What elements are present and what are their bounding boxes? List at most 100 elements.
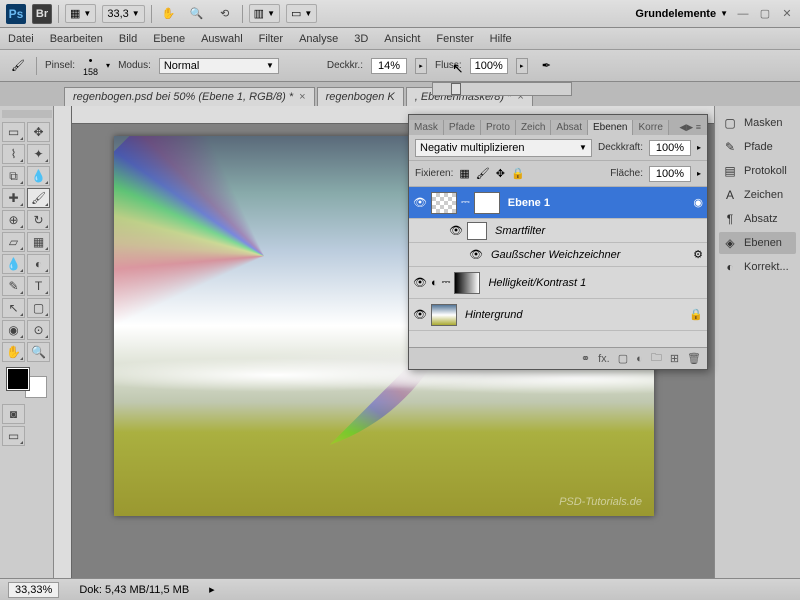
menu-view[interactable]: Ansicht <box>384 33 420 45</box>
visibility-icon[interactable]: 👁 <box>469 248 483 262</box>
visibility-icon[interactable]: 👁 <box>413 308 427 322</box>
history-brush-tool[interactable]: ↻ <box>27 210 50 230</box>
eyedropper-tool[interactable]: 💧 <box>27 166 50 186</box>
ps-app-icon[interactable]: Ps <box>6 4 26 24</box>
brush-tool-icon[interactable]: 🖌 <box>8 56 28 76</box>
layer-row[interactable]: 👁 ⎓ Ebene 1 ◉ <box>409 187 707 219</box>
layer-style-icon[interactable]: fx. <box>598 353 610 365</box>
ruler-vertical[interactable] <box>54 106 72 578</box>
menu-layer[interactable]: Ebene <box>153 33 185 45</box>
zoom-dropdown[interactable]: 33,3▼ <box>102 5 144 23</box>
menu-window[interactable]: Fenster <box>436 33 473 45</box>
dock-adjustments[interactable]: ◐Korrekt... <box>719 256 796 278</box>
visibility-icon[interactable]: 👁 <box>449 224 463 238</box>
panel-tab-paragraph[interactable]: Absat <box>551 120 588 135</box>
brush-preset[interactable]: •158 <box>83 55 98 77</box>
workspace-dropdown[interactable]: Grundelemente▼ <box>635 8 728 20</box>
3d-camera-tool[interactable]: ⊙ <box>27 320 50 340</box>
dodge-tool[interactable]: ◐ <box>27 254 50 274</box>
layer-name[interactable]: Hintergrund <box>465 309 522 321</box>
dock-masks[interactable]: ▢Masken <box>719 112 796 134</box>
panel-tab-layers[interactable]: Ebenen <box>588 120 633 135</box>
opacity-input[interactable]: 14% <box>371 58 407 74</box>
blur-tool[interactable]: 💧 <box>2 254 25 274</box>
type-tool[interactable]: T <box>27 276 50 296</box>
opacity-arrow-icon[interactable]: ▸ <box>697 143 701 152</box>
link-layers-icon[interactable]: ⚭ <box>581 352 590 365</box>
minimize-icon[interactable]: — <box>736 7 750 21</box>
wand-tool[interactable]: ✦ <box>27 144 50 164</box>
zoom-tool[interactable]: 🔍 <box>27 342 50 362</box>
layer-row-smartfilter[interactable]: 👁 Smartfilter <box>409 219 707 243</box>
stamp-tool[interactable]: ⊕ <box>2 210 25 230</box>
doc-tab-1[interactable]: regenbogen.psd bei 50% (Ebene 1, RGB/8) … <box>64 87 315 106</box>
doc-status[interactable]: Dok: 5,43 MB/11,5 MB <box>79 584 189 596</box>
blend-mode-dropdown[interactable]: Negativ multiplizieren▼ <box>415 139 592 157</box>
lock-position-icon[interactable]: ✥ <box>496 167 505 180</box>
menu-help[interactable]: Hilfe <box>490 33 512 45</box>
menu-image[interactable]: Bild <box>119 33 137 45</box>
path-tool[interactable]: ↖ <box>2 298 25 318</box>
eraser-tool[interactable]: ▱ <box>2 232 25 252</box>
menu-filter[interactable]: Filter <box>259 33 283 45</box>
move-tool[interactable]: ✥ <box>27 122 50 142</box>
panel-tab-history[interactable]: Proto <box>481 120 516 135</box>
rotate-icon[interactable]: ⟲ <box>214 4 236 24</box>
group-icon[interactable]: 🗀 <box>651 349 662 368</box>
menu-edit[interactable]: Bearbeiten <box>50 33 103 45</box>
heal-tool[interactable]: ✚ <box>2 188 25 208</box>
mask-thumbnail[interactable] <box>454 272 480 294</box>
screenmode-tool[interactable]: ▭ <box>2 426 25 446</box>
panel-tab-mask[interactable]: Mask <box>409 120 444 135</box>
adjustment-layer-icon[interactable]: ◐ <box>636 353 643 365</box>
hand-tool[interactable]: ✋ <box>2 342 25 362</box>
quickmask-tool[interactable]: ◙ <box>2 404 25 424</box>
layer-name[interactable]: Gaußscher Weichzeichner <box>491 249 620 261</box>
opacity-arrow[interactable]: ▸ <box>415 58 427 74</box>
filter-mask-thumbnail[interactable] <box>467 222 487 240</box>
toolbox-grip[interactable] <box>2 110 52 118</box>
lock-transparency-icon[interactable]: ▦ <box>459 167 469 180</box>
panel-tab-scroll[interactable]: ◀▶ ≡ <box>673 120 707 135</box>
marquee-tool[interactable]: ▭ <box>2 122 25 142</box>
menu-analysis[interactable]: Analyse <box>299 33 338 45</box>
filter-options-icon[interactable]: ⚙ <box>693 248 703 261</box>
close-icon[interactable]: ✕ <box>780 7 794 21</box>
dock-character[interactable]: AZeichen <box>719 184 796 206</box>
pen-tool[interactable]: ✎ <box>2 276 25 296</box>
layer-mask-icon[interactable]: ▢ <box>618 352 628 365</box>
layer-opacity-input[interactable]: 100% <box>649 140 691 156</box>
lock-all-icon[interactable]: 🔒 <box>511 167 525 180</box>
doc-tab-2[interactable]: regenbogen K <box>317 87 404 106</box>
layer-row[interactable]: 👁 Hintergrund 🔒 <box>409 299 707 331</box>
mode-dropdown[interactable]: Normal▼ <box>159 58 279 74</box>
fill-arrow-icon[interactable]: ▸ <box>697 169 701 178</box>
lock-pixels-icon[interactable]: 🖌 <box>476 167 490 180</box>
zoom-status[interactable]: 33,33% <box>8 582 59 598</box>
visibility-icon[interactable]: 👁 <box>413 196 427 210</box>
foreground-color[interactable] <box>7 368 29 390</box>
new-layer-icon[interactable]: ⊞ <box>670 352 679 365</box>
panel-tab-paths[interactable]: Pfade <box>444 120 481 135</box>
maximize-icon[interactable]: ▢ <box>758 7 772 21</box>
menu-select[interactable]: Auswahl <box>201 33 243 45</box>
fill-input[interactable]: 100% <box>649 166 691 182</box>
layer-name[interactable]: Smartfilter <box>495 225 545 237</box>
status-arrow-icon[interactable]: ▸ <box>209 583 215 596</box>
visibility-icon[interactable]: 👁 <box>413 276 427 290</box>
airbrush-icon[interactable]: ✒ <box>542 59 551 72</box>
panel-tab-adjustments[interactable]: Korre <box>633 120 668 135</box>
layer-thumbnail[interactable] <box>431 192 457 214</box>
layer-row-filter[interactable]: 👁 Gaußscher Weichzeichner ⚙ <box>409 243 707 267</box>
tab-close-icon[interactable]: × <box>299 91 305 103</box>
shape-tool[interactable]: ▢ <box>27 298 50 318</box>
opacity-slider[interactable] <box>432 82 572 96</box>
3d-tool[interactable]: ◉ <box>2 320 25 340</box>
dock-paths[interactable]: ✎Pfade <box>719 136 796 158</box>
hand-icon[interactable]: ✋ <box>158 4 180 24</box>
dock-layers[interactable]: ◈Ebenen <box>719 232 796 254</box>
layer-thumbnail[interactable] <box>431 304 457 326</box>
color-swatches[interactable] <box>7 368 47 398</box>
mask-thumbnail[interactable] <box>474 192 500 214</box>
brush-dropdown-arrow[interactable]: ▾ <box>106 61 110 70</box>
